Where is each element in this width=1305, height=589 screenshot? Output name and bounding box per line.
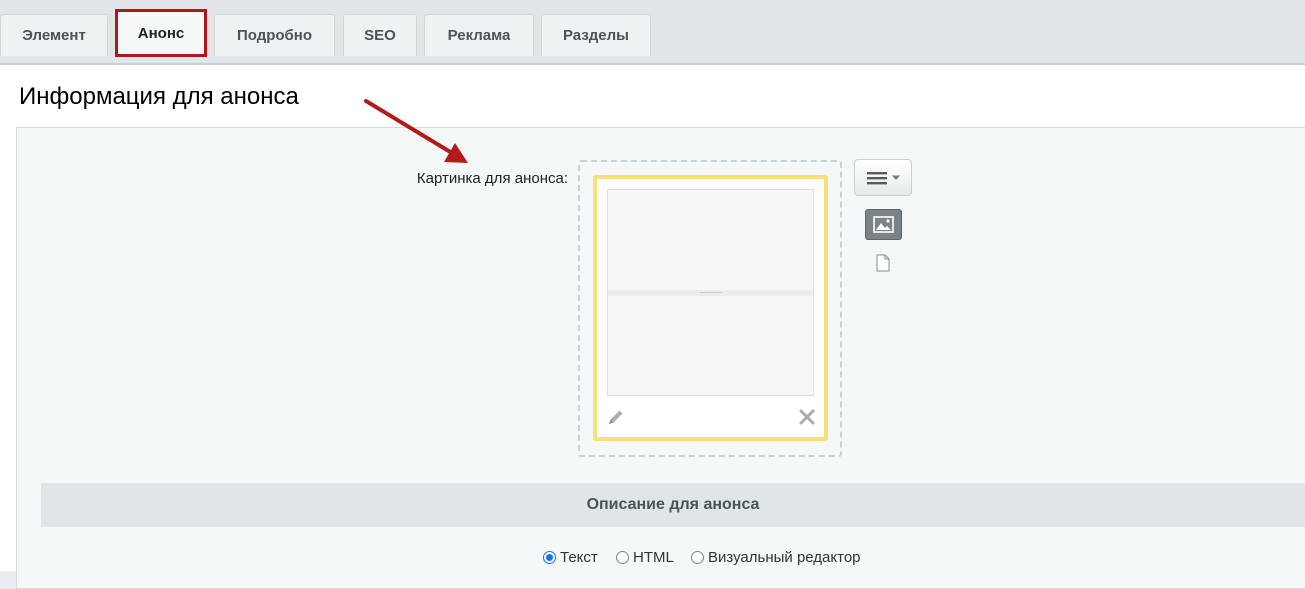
radio-visual-editor[interactable]: Визуальный редактор [691,549,861,566]
radio-label: HTML [633,549,674,566]
pencil-icon[interactable] [606,407,626,427]
tab-element[interactable]: Элемент [0,14,108,56]
tab-sections[interactable]: Разделы [541,14,651,56]
radio-text[interactable]: Текст [543,549,598,566]
tab-advertising[interactable]: Реклама [424,14,534,56]
file-icon[interactable] [875,254,891,272]
tab-seo[interactable]: SEO [343,14,417,56]
radio-label: Визуальный редактор [708,549,861,566]
radio-button[interactable] [691,551,704,564]
menu-button[interactable] [854,159,912,196]
radio-button[interactable] [543,551,556,564]
image-mode-button[interactable] [865,209,902,240]
tab-bar: Элемент Анонс Подробно SEO Реклама Разде… [0,0,1305,64]
annotation-arrow [364,99,468,163]
picture-preview[interactable] [607,189,814,396]
picture-label: Картинка для анонса: [416,170,568,187]
tab-announcement[interactable]: Анонс [115,9,207,57]
section-header: Описание для анонса [41,483,1305,527]
close-icon[interactable] [797,407,817,427]
page-title: Информация для анонса [19,83,299,110]
radio-button[interactable] [616,551,629,564]
tab-details[interactable]: Подробно [214,14,335,56]
image-icon [873,216,894,233]
radio-html[interactable]: HTML [616,549,674,566]
radio-label: Текст [560,549,598,566]
menu-icon [867,172,900,185]
